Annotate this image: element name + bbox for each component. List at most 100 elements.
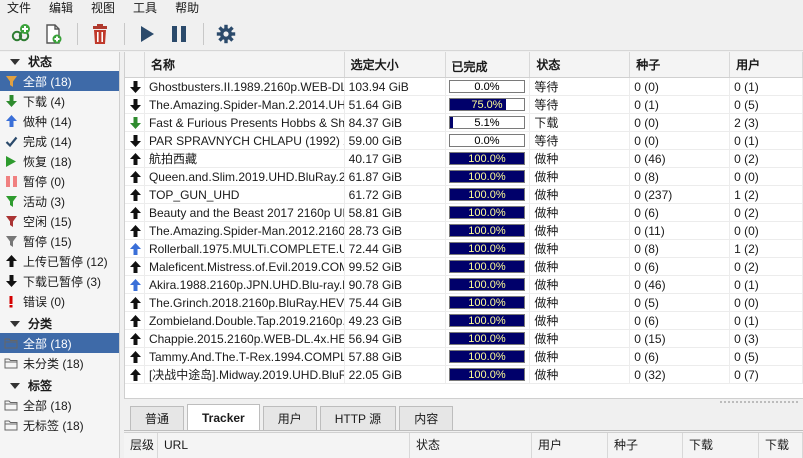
torrent-size: 28.73 GiB [345,222,446,239]
column-header-name[interactable]: 名称 [145,52,345,77]
torrent-seeds: 0 (237) [630,186,731,203]
sidebar-item[interactable]: 暂停 (0) [0,171,119,191]
sidebar-item[interactable]: 全部 (18) [0,71,119,91]
torrent-size: 59.00 GiB [345,132,446,149]
torrent-peers: 0 (2) [730,204,803,221]
sidebar-item[interactable]: 全部 (18) [0,333,119,353]
torrent-name: 航拍西藏 [145,150,345,167]
progress-text: 100.0% [468,261,506,273]
collapse-arrow-icon [10,320,20,327]
menu-bar: 文件 编辑 视图 工具 帮助 [0,0,803,17]
table-row[interactable]: Akira.1988.2160p.JPN.UHD.Blu-ray.HEVC90.… [125,276,803,294]
torrent-status: 做种 [530,312,631,329]
column-header-tracker-seeds[interactable]: 种子 [608,433,683,458]
torrent-progress: 100.0% [446,240,531,257]
sidebar-item[interactable]: 暂停 (15) [0,231,119,251]
table-row[interactable]: Queen.and.Slim.2019.UHD.BluRay.2160p61.8… [125,168,803,186]
tag-section-header[interactable]: 标签 [0,376,119,395]
sidebar-item[interactable]: 下载 (4) [0,91,119,111]
progress-bar: 100.0% [448,260,526,273]
status-filter-list: 全部 (18) 下载 (4) 做种 (14) 完成 (14) 恢复 (18) 暂停 (0)… [0,71,119,311]
table-row[interactable]: Ghostbusters.II.1989.2160p.WEB-DL.x265.1… [125,78,803,96]
column-header-peers[interactable]: 用户 [730,52,803,77]
sidebar-item[interactable]: 恢复 (18) [0,151,119,171]
column-header-direction[interactable] [125,52,145,77]
status-section-header[interactable]: 状态 [0,52,119,71]
properties-tab[interactable]: 普通 [130,406,185,430]
menu-edit[interactable]: 编辑 [40,0,82,17]
table-row[interactable]: The.Grinch.2018.2160p.BluRay.HEVC.TrueHD… [125,294,803,312]
sidebar-item[interactable]: 全部 (18) [0,395,119,415]
category-section-header[interactable]: 分类 [0,314,119,333]
pause-button[interactable] [164,19,194,49]
torrent-status: 做种 [530,150,631,167]
table-row[interactable]: Maleficent.Mistress.of.Evil.2019.COMPLET… [125,258,803,276]
progress-text: 75.0% [471,99,503,111]
sidebar-item[interactable]: 上传已暂停 (12) [0,251,119,271]
torrent-name: The.Grinch.2018.2160p.BluRay.HEVC.TrueHD [145,294,345,311]
settings-button[interactable] [211,19,241,49]
sidebar-item-label: 活动 (3) [23,194,66,209]
upload-arrow-icon [125,294,145,311]
add-link-button[interactable] [6,19,36,49]
column-header-tracker-status[interactable]: 状态 [410,433,532,458]
properties-tab[interactable]: Tracker [187,404,260,430]
upload-arrow-icon [4,114,18,128]
table-row[interactable]: Zombieland.Double.Tap.2019.2160p.UHD49.2… [125,312,803,330]
column-header-tracker-peers[interactable]: 用户 [532,433,608,458]
table-row[interactable]: 航拍西藏 40.17 GiB 100.0% 做种 0 (46) 0 (2) [125,150,803,168]
sidebar-item[interactable]: 错误 (0) [0,291,119,311]
torrent-status: 等待 [530,132,631,149]
torrent-peers: 0 (5) [730,96,803,113]
column-header-progress[interactable]: 已完成 [446,52,531,77]
properties-tab[interactable]: HTTP 源 [319,406,397,430]
column-header-tracker-downloaded[interactable]: 下载 [759,433,803,458]
torrent-status: 做种 [530,258,631,275]
torrent-name: Zombieland.Double.Tap.2019.2160p.UHD [145,312,345,329]
sidebar-item[interactable]: 空闲 (15) [0,211,119,231]
sidebar-item[interactable]: 未分类 (18) [0,353,119,373]
table-row[interactable]: Tammy.And.The.T-Rex.1994.COMPLETE.UHD57.… [125,348,803,366]
table-row[interactable]: TOP_GUN_UHD 61.72 GiB 100.0% 做种 0 (237) 1 (2) [125,186,803,204]
table-row[interactable]: The.Amazing.Spider-Man.2012.2160p.UHD28.… [125,222,803,240]
table-row[interactable]: Beauty and the Beast 2017 2160p UHD BluR… [125,204,803,222]
table-row[interactable]: The.Amazing.Spider-Man.2.2014.UHD.BluRay… [125,96,803,114]
menu-tools[interactable]: 工具 [124,0,166,17]
filter-icon [4,74,18,88]
table-row[interactable]: [决战中途岛].Midway.2019.UHD.BluRay.2160p22.0… [125,366,803,384]
sidebar-item[interactable]: 活动 (3) [0,191,119,211]
table-row[interactable]: Chappie.2015.2160p.WEB-DL.4x.HEVC 56.94 G… [125,330,803,348]
menu-file[interactable]: 文件 [0,0,40,17]
torrent-name: The.Amazing.Spider-Man.2012.2160p.UHD [145,222,345,239]
tag-section-title: 标签 [28,379,53,393]
column-header-tracker-downloads[interactable]: 下载 [683,433,759,458]
properties-tab[interactable]: 用户 [262,406,317,430]
table-row[interactable]: PAR SPRAVNYCH CHLAPU (1992) 2160p59.00 G… [125,132,803,150]
upload-arrow-icon [125,204,145,221]
delete-button[interactable] [85,19,115,49]
torrent-peers: 0 (1) [730,276,803,293]
sidebar-item[interactable]: 做种 (14) [0,111,119,131]
torrent-name: Beauty and the Beast 2017 2160p UHD BluR… [145,204,345,221]
column-header-seeds[interactable]: 种子 [630,52,731,77]
sidebar-item-label: 完成 (14) [23,134,72,149]
table-row[interactable]: Fast & Furious Presents Hobbs & Shaw 201… [125,114,803,132]
column-header-size[interactable]: 选定大小 [345,52,446,77]
add-file-button[interactable] [38,19,68,49]
sidebar-item[interactable]: 下载已暂停 (3) [0,271,119,291]
tag-filter-list: 全部 (18) 无标签 (18) [0,395,119,435]
sidebar-item-label: 暂停 (0) [23,174,66,189]
column-header-tier[interactable]: 层级 [124,433,158,458]
torrent-progress: 0.0% [446,132,531,149]
column-header-url[interactable]: URL [158,433,410,458]
menu-help[interactable]: 帮助 [166,0,208,17]
table-row[interactable]: Rollerball.1975.MULTi.COMPLETE.UHD.BLURA… [125,240,803,258]
column-header-status[interactable]: 状态 [530,52,631,77]
sidebar-item[interactable]: 无标签 (18) [0,415,119,435]
menu-view[interactable]: 视图 [82,0,124,17]
properties-tab[interactable]: 内容 [399,406,454,430]
torrent-status: 做种 [530,348,631,365]
sidebar-item[interactable]: 完成 (14) [0,131,119,151]
resume-button[interactable] [132,19,162,49]
progress-bar: 100.0% [448,170,526,183]
